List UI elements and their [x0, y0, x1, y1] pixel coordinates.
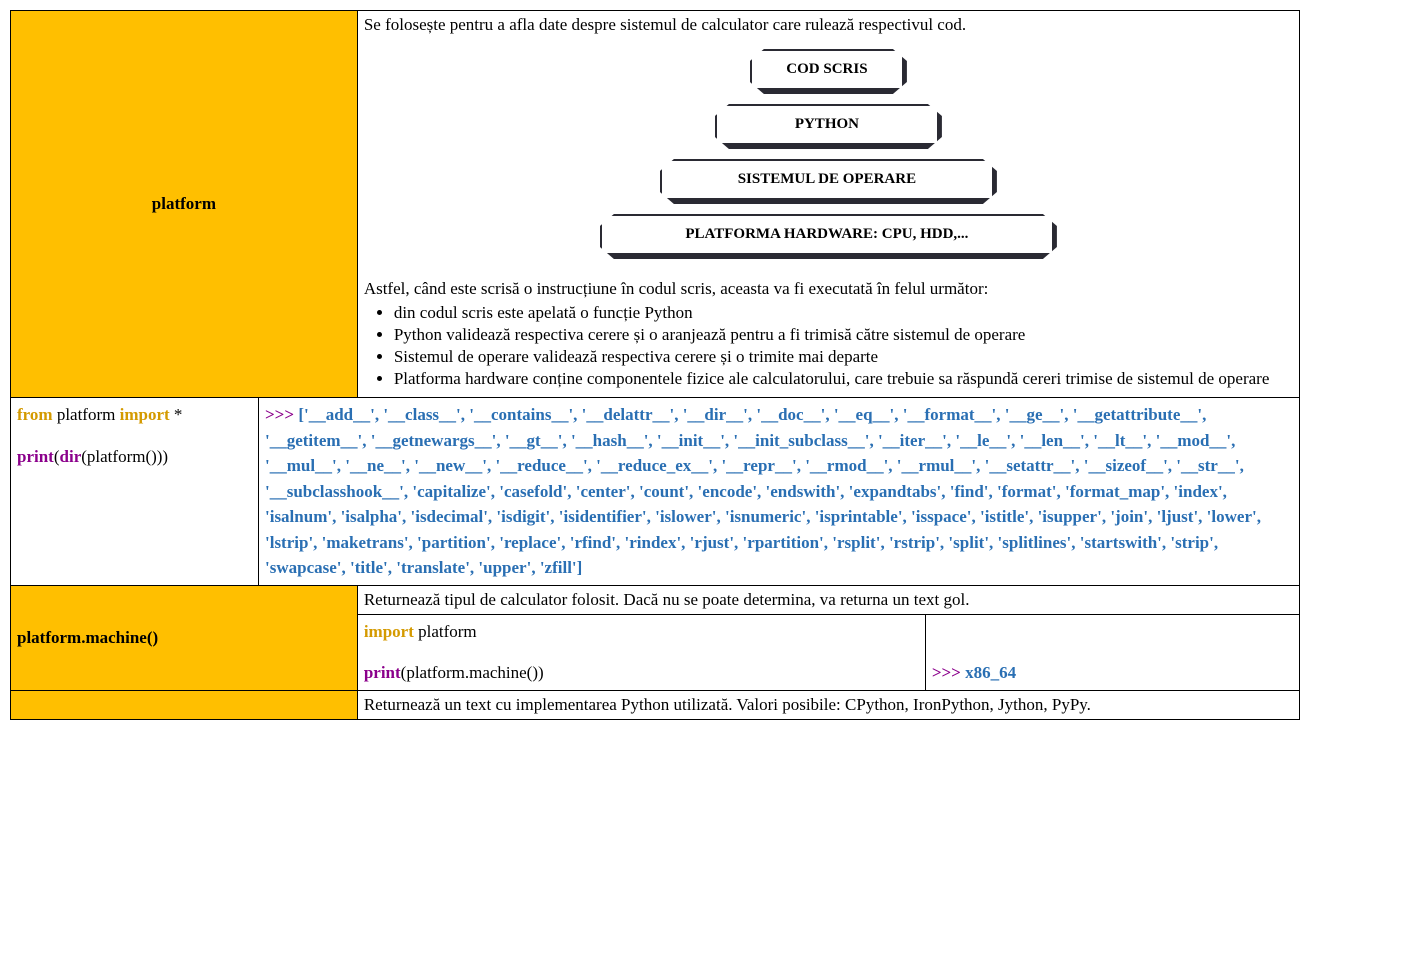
output-cell-machine: >>> x86_64	[925, 614, 1299, 690]
code-text: *	[170, 405, 183, 424]
output-cell-dir-platform: >>> ['__add__', '__class__', '__contains…	[259, 398, 1300, 586]
keyword-from: from	[17, 405, 53, 424]
section-title-platform: platform	[11, 11, 358, 398]
keyword-print: print	[17, 447, 54, 466]
pyramid-diagram: COD SCRIS PYTHON SISTEMUL DE OPERARE PLA…	[364, 49, 1293, 259]
code-text: platform	[53, 405, 120, 424]
pyramid-tier-1: COD SCRIS	[750, 49, 907, 94]
repl-prompt: >>>	[265, 405, 298, 424]
document-table: platform Se folosește pentru a afla date…	[10, 10, 1300, 720]
keyword-dir: dir	[60, 447, 82, 466]
code-cell-dir-platform: from platform import * print(dir(platfor…	[11, 398, 259, 586]
keyword-import: import	[120, 405, 170, 424]
pyramid-tier-2: PYTHON	[715, 104, 942, 149]
bullet-item: Python validează respectiva cerere și o …	[394, 325, 1293, 345]
pyramid-tier-4: PLATFORMA HARDWARE: CPU, HDD,...	[600, 214, 1057, 259]
code-text: (platform()))	[81, 447, 168, 466]
bullet-item: din codul scris este apelată o funcție P…	[394, 303, 1293, 323]
implementation-description: Returnează un text cu implementarea Pyth…	[357, 690, 1299, 719]
platform-bullets: din codul scris este apelată o funcție P…	[394, 303, 1293, 389]
repl-prompt: >>>	[932, 663, 965, 682]
platform-explain: Astfel, când este scrisă o instrucțiune …	[364, 279, 1293, 299]
code-text: platform	[414, 622, 477, 641]
repl-output: ['__add__', '__class__', '__contains__',…	[265, 405, 1261, 577]
section-title-machine: platform.machine()	[11, 585, 358, 690]
bullet-item: Platforma hardware conține componentele …	[394, 369, 1293, 389]
section-title-implementation	[11, 690, 358, 719]
pyramid-tier-3: SISTEMUL DE OPERARE	[660, 159, 997, 204]
keyword-print: print	[364, 663, 401, 682]
keyword-import: import	[364, 622, 414, 641]
code-text: (platform.machine())	[401, 663, 544, 682]
code-cell-machine: import platform print(platform.machine()…	[357, 614, 925, 690]
machine-description: Returnează tipul de calculator folosit. …	[357, 585, 1299, 614]
bullet-item: Sistemul de operare validează respectiva…	[394, 347, 1293, 367]
platform-intro: Se folosește pentru a afla date despre s…	[364, 15, 1293, 35]
repl-output: x86_64	[965, 663, 1016, 682]
section-body-platform: Se folosește pentru a afla date despre s…	[357, 11, 1299, 398]
